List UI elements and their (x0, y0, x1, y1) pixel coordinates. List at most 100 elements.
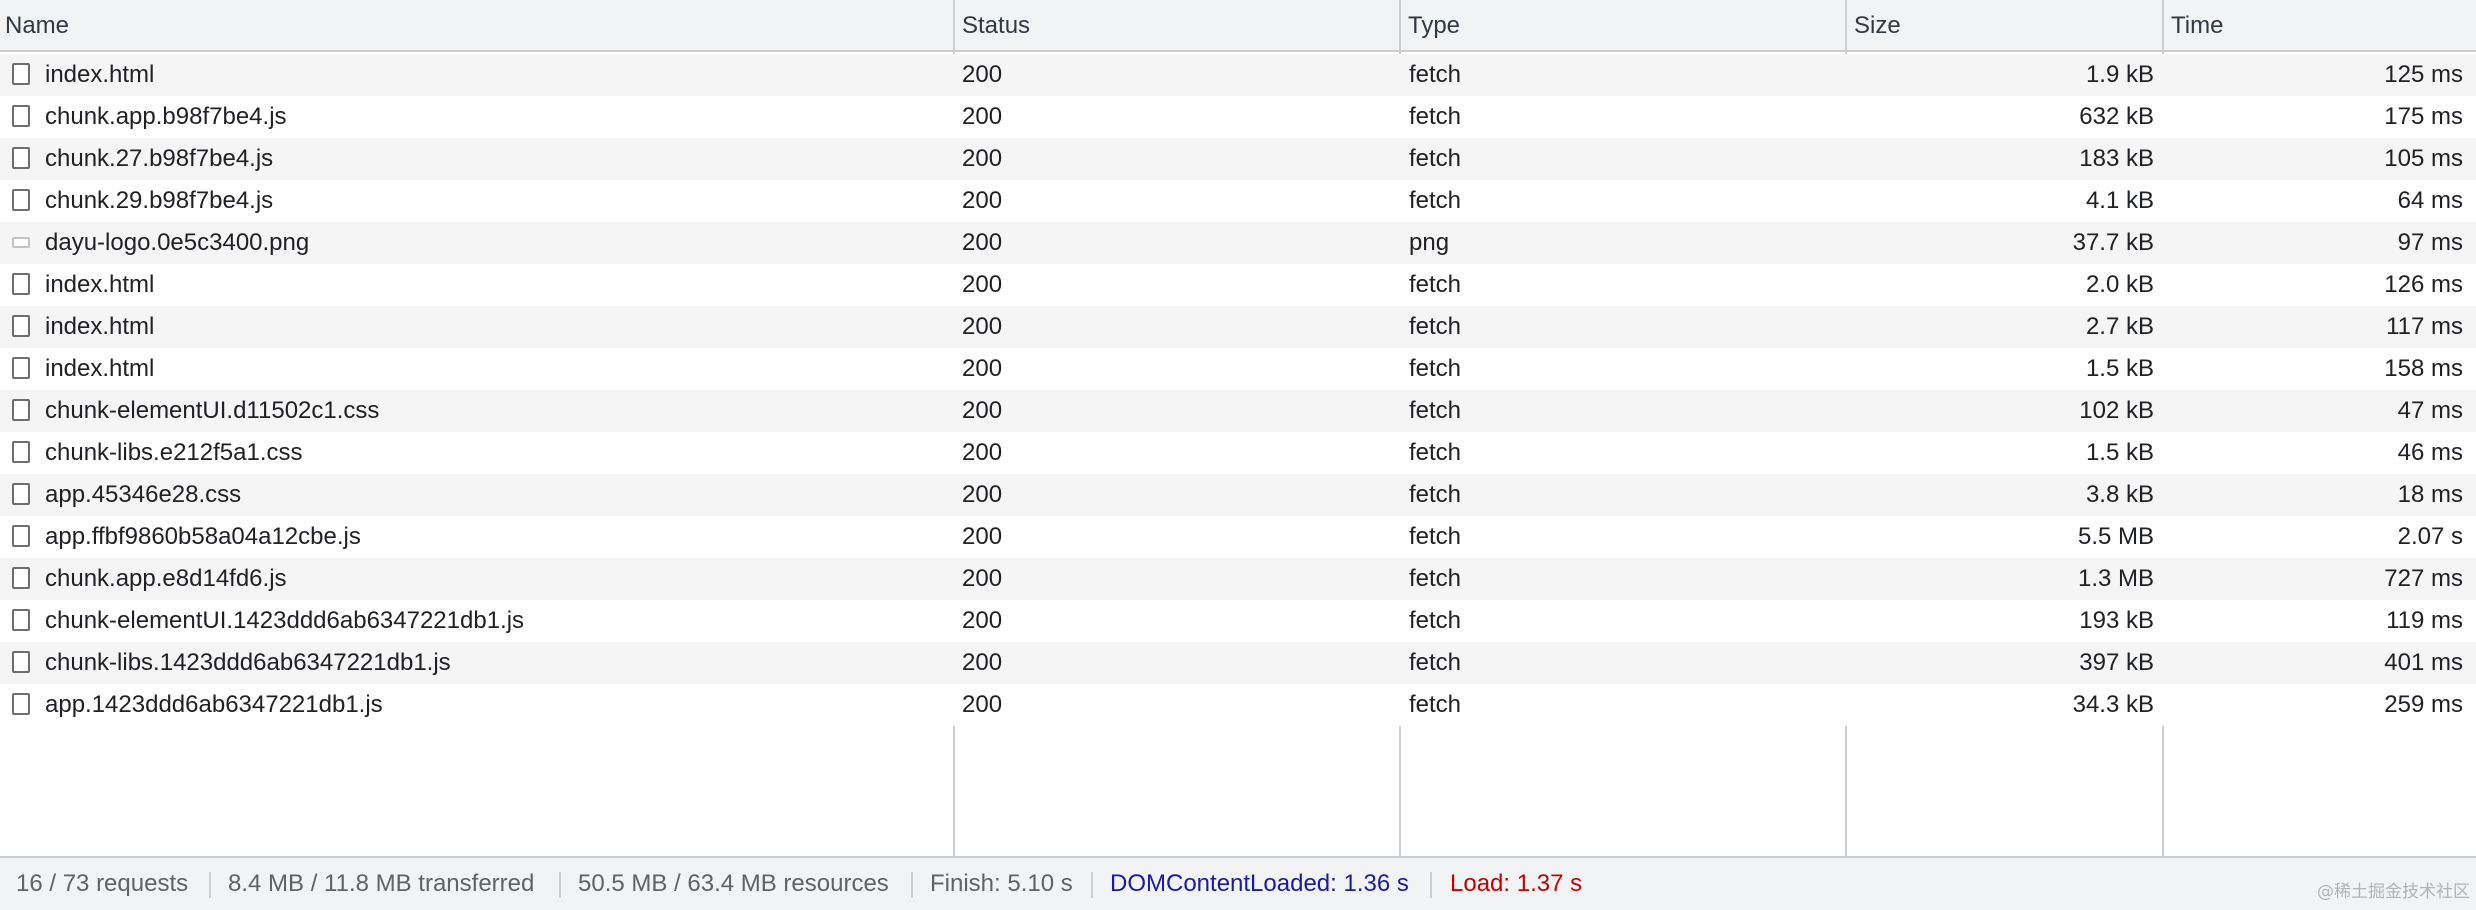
request-time: 64 ms (2397, 187, 2463, 214)
document-icon (12, 147, 30, 169)
request-time: 126 ms (2384, 271, 2463, 298)
column-divider[interactable] (953, 0, 955, 52)
table-row[interactable]: dayu-logo.0e5c3400.png 200 png 37.7 kB 97 ms (0, 222, 2476, 264)
request-type: fetch (1409, 61, 1462, 88)
summary-divider (559, 872, 561, 898)
table-row[interactable]: app.45346e28.css 200 fetch 3.8 kB 18 ms (0, 474, 2476, 516)
request-size: 102 kB (2079, 397, 2154, 424)
request-type: fetch (1409, 103, 1462, 130)
request-type: fetch (1409, 397, 1462, 424)
table-row[interactable]: chunk.29.b98f7be4.js 200 fetch 4.1 kB 64 ms (0, 180, 2476, 222)
table-row[interactable]: app.1423ddd6ab6347221db1.js 200 fetch 34.3 … (0, 684, 2476, 726)
document-icon (12, 651, 30, 673)
request-time: 18 ms (2397, 481, 2463, 508)
table-row[interactable]: index.html 200 fetch 1.5 kB 158 ms (0, 348, 2476, 390)
transferred-size: 8.4 MB / 11.8 MB transferred (228, 870, 535, 897)
request-size: 2.7 kB (2085, 313, 2154, 340)
summary-divider (1091, 872, 1093, 898)
table-row[interactable]: chunk.27.b98f7be4.js 200 fetch 183 kB 105 ms (0, 138, 2476, 180)
column-divider[interactable] (1845, 0, 1847, 52)
request-name: index.html (45, 313, 155, 340)
request-size: 397 kB (2079, 649, 2154, 676)
request-time: 125 ms (2384, 61, 2463, 88)
table-row[interactable]: chunk.app.e8d14fd6.js 200 fetch 1.3 MB 727 m… (0, 558, 2476, 600)
column-header-type[interactable]: Type (1403, 0, 1845, 52)
request-name: chunk.29.b98f7be4.js (45, 187, 274, 214)
request-status: 200 (962, 523, 1003, 550)
request-name: chunk-elementUI.1423ddd6ab6347221db1.js (45, 607, 525, 634)
column-header-status[interactable]: Status (957, 0, 1399, 52)
request-name: chunk-libs.1423ddd6ab6347221db1.js (45, 649, 451, 676)
request-time: 46 ms (2397, 439, 2463, 466)
request-time: 401 ms (2384, 649, 2463, 676)
request-size: 5.5 MB (2077, 523, 2154, 550)
request-size: 2.0 kB (2085, 271, 2154, 298)
document-icon (12, 567, 30, 589)
request-size: 193 kB (2079, 607, 2154, 634)
table-row[interactable]: index.html 200 fetch 2.7 kB 117 ms (0, 306, 2476, 348)
table-row[interactable]: app.ffbf9860b58a04a12cbe.js 200 fetch 5.5 M… (0, 516, 2476, 558)
table-row[interactable]: index.html 200 fetch 1.9 kB 125 ms (0, 54, 2476, 96)
table-row[interactable]: index.html 200 fetch 2.0 kB 126 ms (0, 264, 2476, 306)
request-status: 200 (962, 145, 1003, 172)
table-row[interactable]: chunk-elementUI.1423ddd6ab6347221db1.js 2… (0, 600, 2476, 642)
request-time: 2.07 s (2397, 523, 2463, 550)
request-name: chunk-elementUI.d11502c1.css (45, 397, 380, 424)
document-icon (12, 693, 30, 715)
request-name: app.ffbf9860b58a04a12cbe.js (45, 523, 361, 550)
dom-content-loaded-time: DOMContentLoaded: 1.36 s (1110, 870, 1409, 897)
document-icon (12, 273, 30, 295)
image-icon (12, 237, 30, 248)
summary-bar: 16 / 73 requests 8.4 MB / 11.8 MB transf… (0, 856, 2476, 910)
request-type: fetch (1409, 313, 1462, 340)
column-divider[interactable] (1399, 0, 1401, 52)
network-panel: Name Status Type Size Time index.html 200… (0, 0, 2476, 910)
request-status: 200 (962, 61, 1003, 88)
request-name: app.45346e28.css (45, 481, 242, 508)
request-type: png (1409, 229, 1450, 256)
request-type: fetch (1409, 271, 1462, 298)
request-status: 200 (962, 565, 1003, 592)
table-row[interactable]: chunk-libs.1423ddd6ab6347221db1.js 200 fet… (0, 642, 2476, 684)
table-row[interactable]: chunk-elementUI.d11502c1.css 200 fetch 102 … (0, 390, 2476, 432)
request-status: 200 (962, 313, 1003, 340)
request-name: chunk-libs.e212f5a1.css (45, 439, 303, 466)
request-type: fetch (1409, 145, 1462, 172)
request-status: 200 (962, 439, 1003, 466)
request-name: index.html (45, 355, 155, 382)
document-icon (12, 105, 30, 127)
request-name: app.1423ddd6ab6347221db1.js (45, 691, 383, 718)
request-size: 1.5 kB (2085, 355, 2154, 382)
request-type: fetch (1409, 607, 1462, 634)
request-name: index.html (45, 61, 155, 88)
document-icon (12, 63, 30, 85)
resources-size: 50.5 MB / 63.4 MB resources (578, 870, 889, 897)
column-divider[interactable] (2162, 0, 2164, 52)
document-icon (12, 315, 30, 337)
request-name: dayu-logo.0e5c3400.png (45, 229, 310, 256)
request-type: fetch (1409, 481, 1462, 508)
request-name: chunk.app.b98f7be4.js (45, 103, 287, 130)
table-row[interactable]: chunk.app.b98f7be4.js 200 fetch 632 kB 175 m… (0, 96, 2476, 138)
table-row[interactable]: chunk-libs.e212f5a1.css 200 fetch 1.5 kB 46 … (0, 432, 2476, 474)
request-size: 34.3 kB (2072, 691, 2154, 718)
request-time: 117 ms (2386, 313, 2463, 340)
request-size: 183 kB (2079, 145, 2154, 172)
request-size: 1.5 kB (2085, 439, 2154, 466)
document-icon (12, 483, 30, 505)
summary-divider (209, 872, 211, 898)
request-status: 200 (962, 271, 1003, 298)
request-size: 1.9 kB (2085, 61, 2154, 88)
summary-divider (1430, 872, 1432, 898)
document-icon (12, 609, 30, 631)
request-name: chunk.27.b98f7be4.js (45, 145, 274, 172)
watermark: @稀土掘金技术社区 (2317, 882, 2470, 902)
request-time: 119 ms (2386, 607, 2463, 634)
request-size: 4.1 kB (2085, 187, 2154, 214)
request-status: 200 (962, 187, 1003, 214)
column-header-name[interactable]: Name (0, 0, 953, 52)
request-type: fetch (1409, 187, 1462, 214)
request-type: fetch (1409, 565, 1462, 592)
column-header-size[interactable]: Size (1849, 0, 2162, 52)
column-header-time[interactable]: Time (2166, 0, 2476, 52)
